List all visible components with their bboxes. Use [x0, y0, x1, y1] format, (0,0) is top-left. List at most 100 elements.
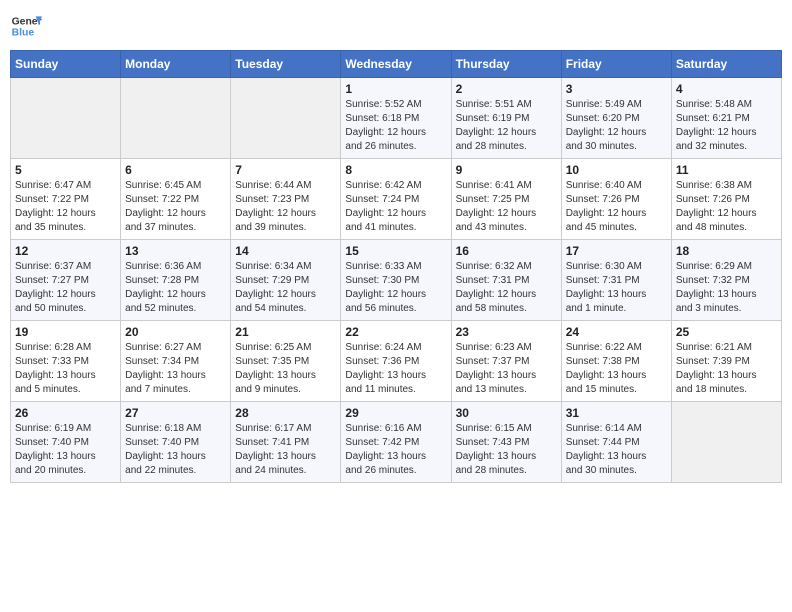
- day-number: 21: [235, 325, 336, 339]
- day-info: Sunrise: 6:33 AMSunset: 7:30 PMDaylight:…: [345, 260, 446, 316]
- day-cell-11: 11Sunrise: 6:38 AMSunset: 7:26 PMDayligh…: [671, 159, 781, 240]
- calendar-table: SundayMondayTuesdayWednesdayThursdayFrid…: [10, 50, 782, 483]
- day-cell-19: 19Sunrise: 6:28 AMSunset: 7:33 PMDayligh…: [11, 321, 121, 402]
- day-number: 30: [456, 406, 557, 420]
- day-cell-18: 18 Sunrise: 6:29 AMSunset: 7:32 PMDayligh…: [671, 240, 781, 321]
- day-number: 18: [676, 244, 777, 258]
- day-info: Sunrise: 6:24 AMSunset: 7:36 PMDaylight:…: [345, 341, 446, 397]
- day-cell-1: 1Sunrise: 5:52 AMSunset: 6:18 PMDaylight…: [341, 78, 451, 159]
- day-number: 27: [125, 406, 226, 420]
- day-cell-13: 13 Sunrise: 6:36 AMSunset: 7:28 PMDayligh…: [121, 240, 231, 321]
- day-cell-24: 24 Sunrise: 6:22 AMSunset: 7:38 PMDayligh…: [561, 321, 671, 402]
- empty-cell: [11, 78, 121, 159]
- header-saturday: Saturday: [671, 51, 781, 78]
- day-info: Sunrise: 5:51 AMSunset: 6:19 PMDaylight:…: [456, 98, 557, 154]
- week-row-5: 26 Sunrise: 6:19 AMSunset: 7:40 PMDayligh…: [11, 402, 782, 483]
- day-cell-30: 30 Sunrise: 6:15 AMSunset: 7:43 PMDayligh…: [451, 402, 561, 483]
- day-number: 16: [456, 244, 557, 258]
- header-wednesday: Wednesday: [341, 51, 451, 78]
- logo-icon: General Blue: [10, 10, 42, 42]
- day-cell-25: 25Sunrise: 6:21 AMSunset: 7:39 PMDayligh…: [671, 321, 781, 402]
- day-info: Sunrise: 6:42 AMSunset: 7:24 PMDaylight:…: [345, 179, 446, 235]
- day-number: 26: [15, 406, 116, 420]
- day-cell-22: 22Sunrise: 6:24 AMSunset: 7:36 PMDayligh…: [341, 321, 451, 402]
- day-number: 10: [566, 163, 667, 177]
- day-cell-4: 4 Sunrise: 5:48 AMSunset: 6:21 PMDaylight…: [671, 78, 781, 159]
- day-info: Sunrise: 6:28 AMSunset: 7:33 PMDaylight:…: [15, 341, 116, 397]
- day-number: 24: [566, 325, 667, 339]
- day-info: Sunrise: 6:37 AMSunset: 7:27 PMDaylight:…: [15, 260, 116, 316]
- day-info: Sunrise: 6:23 AMSunset: 7:37 PMDaylight:…: [456, 341, 557, 397]
- day-info: Sunrise: 6:29 AMSunset: 7:32 PMDaylight:…: [676, 260, 777, 316]
- header-sunday: Sunday: [11, 51, 121, 78]
- empty-cell: [231, 78, 341, 159]
- day-cell-3: 3 Sunrise: 5:49 AMSunset: 6:20 PMDaylight…: [561, 78, 671, 159]
- day-cell-20: 20 Sunrise: 6:27 AMSunset: 7:34 PMDayligh…: [121, 321, 231, 402]
- day-cell-5: 5Sunrise: 6:47 AMSunset: 7:22 PMDaylight…: [11, 159, 121, 240]
- day-info: Sunrise: 6:22 AMSunset: 7:38 PMDaylight:…: [566, 341, 667, 397]
- day-cell-27: 27 Sunrise: 6:18 AMSunset: 7:40 PMDayligh…: [121, 402, 231, 483]
- day-number: 12: [15, 244, 116, 258]
- week-row-3: 12 Sunrise: 6:37 AMSunset: 7:27 PMDayligh…: [11, 240, 782, 321]
- day-number: 5: [15, 163, 116, 177]
- day-number: 9: [456, 163, 557, 177]
- week-row-1: 1Sunrise: 5:52 AMSunset: 6:18 PMDaylight…: [11, 78, 782, 159]
- week-row-2: 5Sunrise: 6:47 AMSunset: 7:22 PMDaylight…: [11, 159, 782, 240]
- day-number: 29: [345, 406, 446, 420]
- day-info: Sunrise: 6:36 AMSunset: 7:28 PMDaylight:…: [125, 260, 226, 316]
- day-cell-8: 8 Sunrise: 6:42 AMSunset: 7:24 PMDaylight…: [341, 159, 451, 240]
- day-number: 8: [345, 163, 446, 177]
- day-info: Sunrise: 6:45 AMSunset: 7:22 PMDaylight:…: [125, 179, 226, 235]
- day-number: 13: [125, 244, 226, 258]
- day-number: 2: [456, 82, 557, 96]
- day-cell-2: 2 Sunrise: 5:51 AMSunset: 6:19 PMDaylight…: [451, 78, 561, 159]
- day-number: 15: [345, 244, 446, 258]
- day-cell-7: 7Sunrise: 6:44 AMSunset: 7:23 PMDaylight…: [231, 159, 341, 240]
- day-info: Sunrise: 5:48 AMSunset: 6:21 PMDaylight:…: [676, 98, 777, 154]
- header-friday: Friday: [561, 51, 671, 78]
- empty-cell: [671, 402, 781, 483]
- week-row-4: 19Sunrise: 6:28 AMSunset: 7:33 PMDayligh…: [11, 321, 782, 402]
- day-number: 23: [456, 325, 557, 339]
- header-monday: Monday: [121, 51, 231, 78]
- day-number: 14: [235, 244, 336, 258]
- day-cell-31: 31 Sunrise: 6:14 AMSunset: 7:44 PMDayligh…: [561, 402, 671, 483]
- header-tuesday: Tuesday: [231, 51, 341, 78]
- day-info: Sunrise: 6:16 AMSunset: 7:42 PMDaylight:…: [345, 422, 446, 478]
- day-info: Sunrise: 6:30 AMSunset: 7:31 PMDaylight:…: [566, 260, 667, 316]
- day-number: 17: [566, 244, 667, 258]
- day-number: 6: [125, 163, 226, 177]
- day-cell-21: 21 Sunrise: 6:25 AMSunset: 7:35 PMDayligh…: [231, 321, 341, 402]
- day-info: Sunrise: 6:41 AMSunset: 7:25 PMDaylight:…: [456, 179, 557, 235]
- day-cell-16: 16Sunrise: 6:32 AMSunset: 7:31 PMDayligh…: [451, 240, 561, 321]
- day-number: 20: [125, 325, 226, 339]
- day-info: Sunrise: 5:49 AMSunset: 6:20 PMDaylight:…: [566, 98, 667, 154]
- logo: General Blue: [10, 10, 42, 42]
- day-info: Sunrise: 6:15 AMSunset: 7:43 PMDaylight:…: [456, 422, 557, 478]
- day-cell-15: 15 Sunrise: 6:33 AMSunset: 7:30 PMDayligh…: [341, 240, 451, 321]
- day-number: 4: [676, 82, 777, 96]
- day-info: Sunrise: 6:34 AMSunset: 7:29 PMDaylight:…: [235, 260, 336, 316]
- day-cell-12: 12 Sunrise: 6:37 AMSunset: 7:27 PMDayligh…: [11, 240, 121, 321]
- day-info: Sunrise: 6:40 AMSunset: 7:26 PMDaylight:…: [566, 179, 667, 235]
- day-number: 31: [566, 406, 667, 420]
- day-info: Sunrise: 6:18 AMSunset: 7:40 PMDaylight:…: [125, 422, 226, 478]
- day-info: Sunrise: 6:27 AMSunset: 7:34 PMDaylight:…: [125, 341, 226, 397]
- day-info: Sunrise: 6:14 AMSunset: 7:44 PMDaylight:…: [566, 422, 667, 478]
- day-number: 28: [235, 406, 336, 420]
- page-header: General Blue: [10, 10, 782, 42]
- day-cell-17: 17 Sunrise: 6:30 AMSunset: 7:31 PMDayligh…: [561, 240, 671, 321]
- day-number: 11: [676, 163, 777, 177]
- day-cell-14: 14 Sunrise: 6:34 AMSunset: 7:29 PMDayligh…: [231, 240, 341, 321]
- day-info: Sunrise: 6:25 AMSunset: 7:35 PMDaylight:…: [235, 341, 336, 397]
- day-info: Sunrise: 6:19 AMSunset: 7:40 PMDaylight:…: [15, 422, 116, 478]
- empty-cell: [121, 78, 231, 159]
- day-number: 1: [345, 82, 446, 96]
- days-header-row: SundayMondayTuesdayWednesdayThursdayFrid…: [11, 51, 782, 78]
- day-number: 3: [566, 82, 667, 96]
- day-cell-23: 23 Sunrise: 6:23 AMSunset: 7:37 PMDayligh…: [451, 321, 561, 402]
- svg-text:Blue: Blue: [12, 28, 35, 39]
- day-cell-9: 9 Sunrise: 6:41 AMSunset: 7:25 PMDaylight…: [451, 159, 561, 240]
- header-thursday: Thursday: [451, 51, 561, 78]
- day-cell-29: 29 Sunrise: 6:16 AMSunset: 7:42 PMDayligh…: [341, 402, 451, 483]
